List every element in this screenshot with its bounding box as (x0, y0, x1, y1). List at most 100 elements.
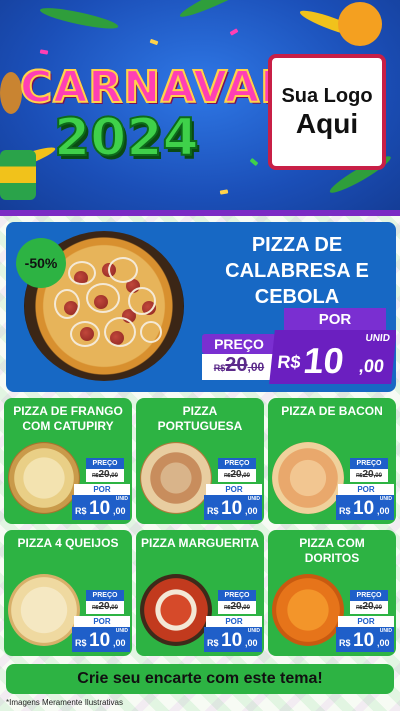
old-price-integer: 20 (230, 469, 242, 480)
new-price: UNID R$ 10 ,00 (204, 627, 262, 652)
new-price-decimal: ,00 (113, 506, 126, 516)
cta-banner: Crie seu encarte com este tema! (6, 664, 394, 694)
product-name: PIZZA DE FRANGO COM CATUPIRY (13, 404, 123, 433)
unit-label: UNID (115, 496, 128, 502)
new-price-decimal: ,00 (245, 638, 258, 648)
product-name: PIZZA DE BACON (281, 404, 383, 418)
por-label: POR (338, 616, 394, 627)
por-label: POR (74, 484, 130, 495)
unit-label: UNID (247, 628, 260, 634)
new-price-currency: R$ (339, 638, 351, 648)
preco-label: PREÇO (86, 590, 124, 601)
new-price: UNID R$ 10 ,00 (336, 627, 394, 652)
pizza-icon (272, 442, 344, 514)
new-price-currency: R$ (207, 506, 219, 516)
por-label: POR (206, 484, 262, 495)
old-price-integer: 20 (362, 601, 374, 612)
new-price-decimal: ,00 (377, 638, 390, 648)
product-name: PIZZA PORTUGUESA (157, 404, 243, 433)
old-price: R$ 20 ,00 (86, 601, 124, 614)
featured-offer-card: -50% PIZZA DE CALABRESA E CEBOLA POR PRE… (6, 222, 396, 392)
old-price-decimal: ,00 (109, 605, 118, 611)
leaf-decoration (177, 0, 265, 22)
new-price-integer: 10 (221, 498, 243, 519)
preco-label: PREÇO (350, 458, 388, 469)
old-price-integer: 20 (98, 469, 110, 480)
preco-label: PREÇO (86, 458, 124, 469)
product-name: PIZZA MARGUERITA (141, 536, 259, 550)
leaf-decoration (38, 4, 120, 33)
drum-decoration (0, 150, 36, 200)
por-label: POR (74, 616, 130, 627)
por-label: POR (284, 308, 386, 330)
old-price-integer: 20 (98, 601, 110, 612)
new-price-currency: R$ (207, 638, 219, 648)
new-price-decimal: ,00 (113, 638, 126, 648)
unit-label: UNID (115, 628, 128, 634)
confetti (249, 157, 259, 167)
preco-label: PREÇO (202, 334, 276, 354)
new-price-currency: R$ (75, 506, 87, 516)
product-card: PIZZA MARGUERITA PREÇO R$ 20 ,00 POR UNI… (136, 530, 264, 656)
unit-label: UNID (364, 333, 391, 344)
old-price-integer: 20 (362, 469, 374, 480)
pizza-icon (140, 442, 212, 514)
disclaimer-text: *Imagens Meramente Ilustrativas (6, 698, 123, 707)
new-price: UNID R$ 10 ,00 (204, 495, 262, 520)
year-title: 2024 (53, 107, 200, 169)
pizza-icon (8, 442, 80, 514)
product-card: PIZZA 4 QUEIJOS PREÇO R$ 20 ,00 POR UNID… (4, 530, 132, 656)
preco-label: PREÇO (218, 590, 256, 601)
new-price-currency: R$ (75, 638, 87, 648)
product-card: PIZZA PORTUGUESA PREÇO R$ 20 ,00 POR UNI… (136, 398, 264, 524)
new-price-decimal: ,00 (245, 506, 258, 516)
por-label: POR (206, 616, 262, 627)
old-price-decimal: ,00 (241, 605, 250, 611)
unit-label: UNID (247, 496, 260, 502)
old-price-decimal: ,00 (241, 473, 250, 479)
new-price-decimal: ,00 (358, 356, 386, 376)
new-price-integer: 10 (221, 630, 243, 651)
new-price-currency: R$ (276, 352, 302, 372)
old-price-decimal: ,00 (247, 360, 265, 374)
new-price-decimal: ,00 (377, 506, 390, 516)
new-price: UNID R$ 10 ,00 (269, 330, 396, 384)
logo-line-2: Aqui (295, 107, 359, 139)
product-name: PIZZA COM DORITOS (299, 536, 365, 565)
pizza-icon (140, 574, 212, 646)
discount-badge: -50% (16, 238, 66, 288)
old-price: R$ 20 ,00 (218, 469, 256, 482)
pizza-icon (8, 574, 80, 646)
new-price-integer: 10 (353, 630, 375, 651)
new-price: UNID R$ 10 ,00 (72, 495, 130, 520)
guitar-decoration (0, 72, 22, 114)
old-price: R$ 20 ,00 (202, 354, 276, 380)
old-price: R$ 20 ,00 (86, 469, 124, 482)
featured-title: PIZZA DE CALABRESA E CEBOLA (225, 234, 369, 308)
new-price-currency: R$ (339, 506, 351, 516)
por-label: POR (338, 484, 394, 495)
old-price-integer: 20 (230, 601, 242, 612)
header-banner: CARNAVAL 2024 Sua Logo Aqui (0, 0, 400, 216)
new-price: UNID R$ 10 ,00 (72, 627, 130, 652)
unit-label: UNID (379, 496, 392, 502)
logo-line-1: Sua Logo (281, 84, 373, 107)
confetti (149, 38, 159, 46)
old-price: R$ 20 ,00 (350, 601, 388, 614)
preco-label: PREÇO (218, 458, 256, 469)
product-card: PIZZA DE FRANGO COM CATUPIRY PREÇO R$ 20… (4, 398, 132, 524)
new-price: UNID R$ 10 ,00 (336, 495, 394, 520)
old-price-decimal: ,00 (109, 473, 118, 479)
old-price-decimal: ,00 (373, 473, 382, 479)
confetti (229, 28, 239, 36)
product-name: PIZZA 4 QUEIJOS (17, 536, 119, 550)
old-price-integer: 20 (225, 354, 248, 376)
new-price-integer: 10 (89, 498, 111, 519)
confetti (39, 49, 49, 55)
pizza-icon (272, 574, 344, 646)
old-price: R$ 20 ,00 (218, 601, 256, 614)
old-price-decimal: ,00 (373, 605, 382, 611)
new-price-integer: 10 (353, 498, 375, 519)
preco-label: PREÇO (350, 590, 388, 601)
new-price-integer: 10 (301, 340, 346, 381)
